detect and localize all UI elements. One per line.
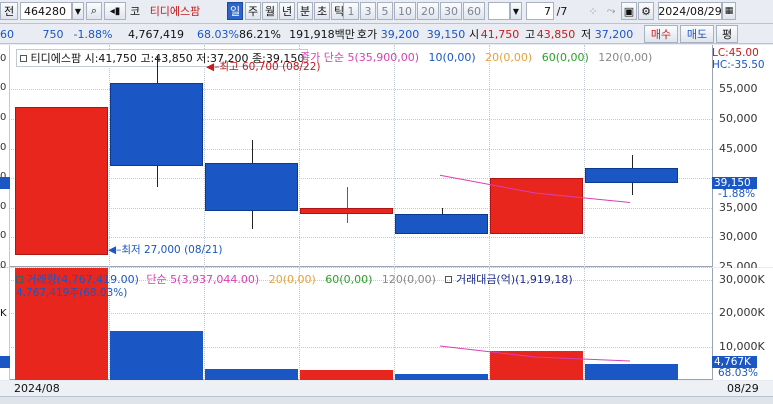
amount-legend: 거래대금(억)(1,919,18) <box>455 273 573 286</box>
search-icon: ⌕ <box>90 4 98 17</box>
quote-vol-ratio: 68.03% <box>197 27 239 41</box>
arrow-left-icon: ◀– <box>206 61 220 73</box>
price-y-label: 30,000 <box>719 230 758 244</box>
price-y-label: 45,000 <box>719 141 758 155</box>
interval-dropdown-button[interactable]: ▼ <box>510 2 522 20</box>
prefix-label: 코 <box>129 5 141 18</box>
quote-change: 750 <box>42 27 64 41</box>
price-y-label: 55,000 <box>719 82 758 96</box>
buy-button[interactable]: 매수 <box>644 25 678 43</box>
quote-bar: 60 750 -1.88% 4,767,419 68.03% 86.21% 19… <box>0 24 773 44</box>
interval-button[interactable]: 20 <box>417 2 439 20</box>
date-right: 08/29 <box>727 382 759 395</box>
hc-label: HC:-35.50 <box>712 59 765 71</box>
period-tab[interactable]: 주 <box>245 2 261 20</box>
vol-ma20-legend: 20(0,00) <box>268 273 316 286</box>
search-button[interactable]: ⌕ <box>86 2 102 20</box>
page-total: /7 <box>556 4 568 18</box>
last-pct-tag: -1.88% <box>718 188 756 200</box>
left-volume-tag <box>0 356 10 368</box>
period-tab[interactable]: 월 <box>262 2 278 20</box>
ma5-line <box>439 174 631 203</box>
interval-button[interactable]: 5 <box>377 2 393 20</box>
sell-button[interactable]: 매도 <box>680 25 714 43</box>
high-marker: ◀–최고 60,700 (08/22) <box>206 61 321 73</box>
high-value: 43,850 <box>536 27 576 41</box>
date-axis: 2024/08 08/29 <box>0 381 773 396</box>
vol-ma60-legend: 60(0,00) <box>325 273 373 286</box>
stock-name: 티디에스팜 <box>149 5 201 18</box>
period-tab[interactable]: 일 <box>227 2 243 20</box>
interval-button[interactable]: 30 <box>440 2 462 20</box>
code-dropdown-button[interactable]: ▼ <box>72 2 84 20</box>
quote-rate2: 86.21% <box>239 27 281 41</box>
period-tab[interactable]: 년 <box>279 2 295 20</box>
chevron-down-icon: ▼ <box>512 6 520 16</box>
quote-change-pct: -1.88% <box>73 27 113 41</box>
volume-note: 4,767,419주(68.03%) <box>16 287 128 299</box>
date-input[interactable]: 2024/08/29 <box>658 2 722 20</box>
period-tab[interactable]: 분 <box>297 2 313 20</box>
open-value: 41,750 <box>480 27 520 41</box>
quote-lead: 60 <box>0 27 14 41</box>
scroll-bar[interactable] <box>0 396 773 404</box>
page-input[interactable]: 7 <box>526 2 554 20</box>
vol-ma5-legend: 단순 5(3,937,044.00) <box>146 273 260 286</box>
legend-toggle-icon[interactable] <box>445 276 453 283</box>
top-toolbar: 전 464280 ▼ ⌕ ◂▮ 코 티디에스팜 일주월년분초틱 1 3 5 10 20 3… <box>0 0 773 24</box>
volume-y-label: 20,000K <box>719 306 765 320</box>
interval-button[interactable]: 1 <box>343 2 359 20</box>
quote-volume: 4,767,419 <box>128 27 184 41</box>
interval-button[interactable]: 10 <box>394 2 416 20</box>
price-y-label: 35,000 <box>719 200 758 214</box>
interval-button[interactable]: 3 <box>360 2 376 20</box>
interval-input[interactable] <box>488 2 510 20</box>
stock-code-input[interactable]: 464280 <box>20 2 72 20</box>
price-y-label: 50,000 <box>719 112 758 125</box>
volume-y-label: 30,000K <box>719 272 765 286</box>
low-label: 저 <box>580 28 592 41</box>
eval-button[interactable]: 평 <box>716 25 738 43</box>
price-pane[interactable]: 00000000 티디에스팜 시:41,750 고:43,850 저:37,20… <box>0 45 773 273</box>
save-icon[interactable]: ▣ <box>621 2 637 20</box>
chevron-down-icon: ▼ <box>74 6 82 16</box>
vol-ma120-legend: 120(0,00) <box>381 273 436 286</box>
left-price-tag <box>0 177 10 189</box>
last-volume-pct: 68.03% <box>718 367 759 379</box>
sound-button[interactable]: ◂▮ <box>104 2 126 20</box>
open-label: 시 <box>468 28 480 41</box>
volume-y-label: 10,000K <box>719 339 765 353</box>
hoga-label: 호가 <box>356 28 378 41</box>
link-icon[interactable]: ⁘ <box>585 2 601 20</box>
calendar-icon[interactable]: ▦ <box>722 2 736 20</box>
hoga-2: 39,150 <box>426 27 466 41</box>
date-left: 2024/08 <box>14 382 60 395</box>
market-select[interactable]: 전 <box>0 2 18 20</box>
tool-icon[interactable]: ⤳ <box>602 2 620 20</box>
period-tab[interactable]: 초 <box>314 2 330 20</box>
interval-button[interactable]: 60 <box>463 2 485 20</box>
volume-pane[interactable]: 거래량(4,767,419.00) 단순 5(3,937,044.00) 20(… <box>0 268 773 380</box>
speaker-icon: ◂▮ <box>109 5 121 17</box>
low-marker: ◀–최저 27,000 (08/21) <box>108 244 223 256</box>
arrow-left-icon: ◀– <box>108 244 122 256</box>
ma5-polyline <box>439 174 631 203</box>
gear-icon[interactable]: ⚙ <box>638 2 654 20</box>
volume-left-label: K <box>0 308 7 319</box>
low-value: 37,200 <box>594 27 634 41</box>
legend-toggle-icon[interactable] <box>16 276 23 283</box>
hoga-1: 39,200 <box>380 27 420 41</box>
quote-amount: 191,918백만 <box>289 28 355 41</box>
vol-ma5-polyline <box>439 345 631 362</box>
lc-label: LC:45.00 <box>712 47 759 59</box>
high-label: 고 <box>524 28 536 41</box>
